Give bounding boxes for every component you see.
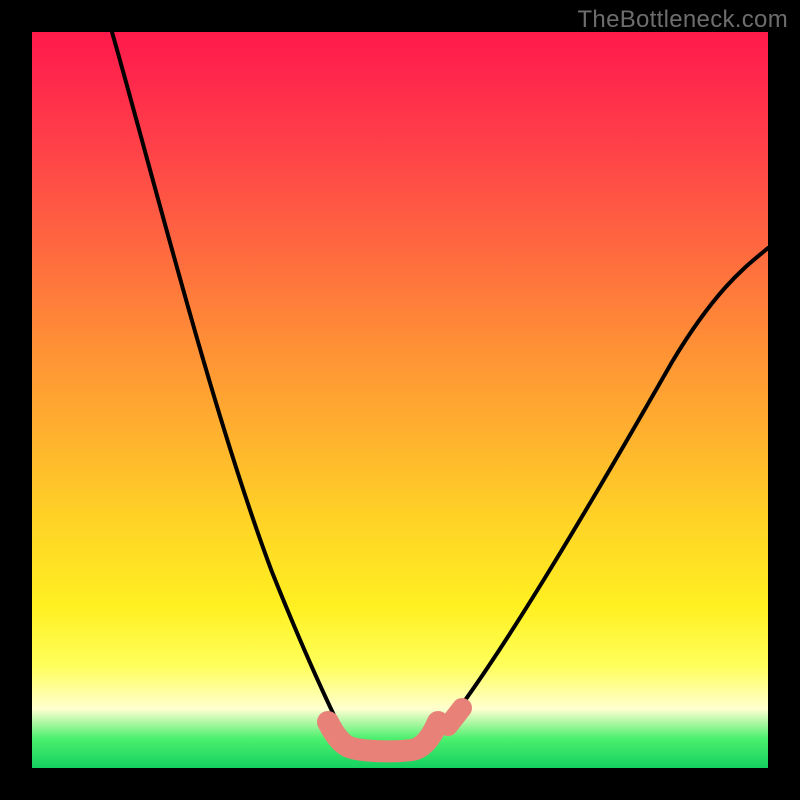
watermark-text: TheBottleneck.com bbox=[577, 6, 788, 34]
plot-area bbox=[32, 32, 768, 768]
right-curve bbox=[436, 248, 768, 738]
valley-marker bbox=[328, 722, 438, 751]
left-curve bbox=[112, 32, 348, 744]
marker-dash bbox=[448, 708, 462, 726]
chart-frame: TheBottleneck.com bbox=[0, 0, 800, 800]
curves-svg bbox=[32, 32, 768, 768]
